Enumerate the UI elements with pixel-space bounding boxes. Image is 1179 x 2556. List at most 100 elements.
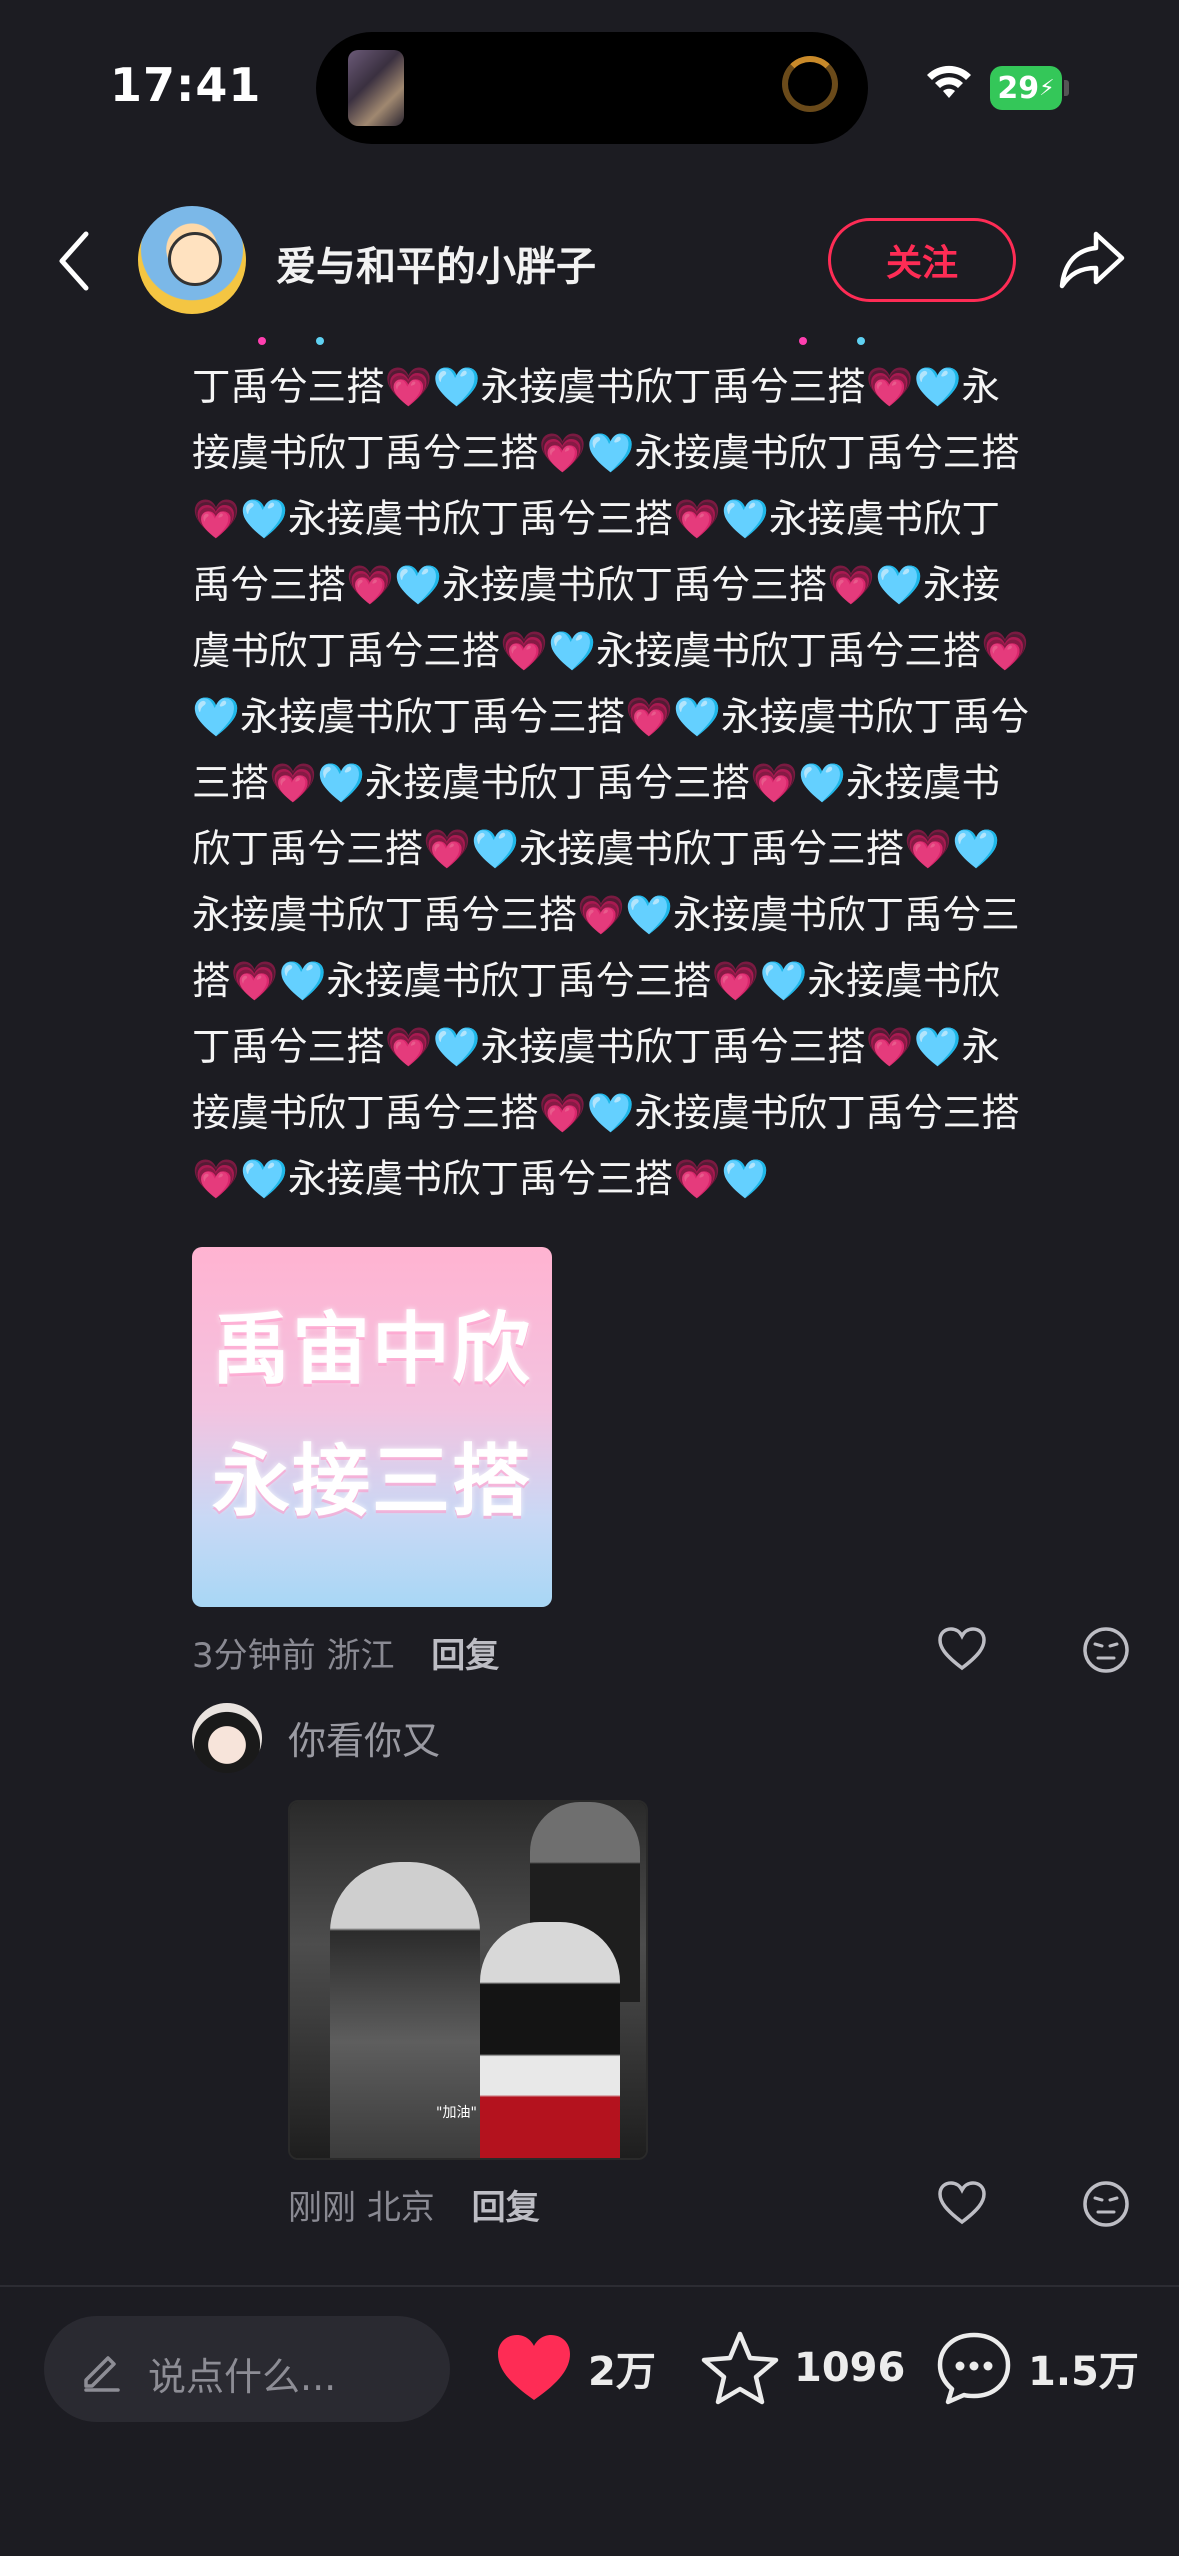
status-bar: 17:41 29 ⚡ xyxy=(0,0,1179,175)
blue-heart-icon: 🩵 xyxy=(875,563,923,608)
pink-heart-icon: 💗 xyxy=(538,1091,587,1136)
battery-nub xyxy=(1064,80,1069,96)
like-count: 2万 xyxy=(588,2349,656,2395)
pink-heart-icon: 💗 xyxy=(904,827,953,872)
reply-button[interactable]: 回复 xyxy=(431,1636,499,1676)
activity-ring-icon xyxy=(782,56,838,112)
wifi-icon xyxy=(927,65,971,98)
heart-icon[interactable] xyxy=(936,2178,988,2230)
favorite-count: 1096 xyxy=(794,2345,906,2391)
blue-heart-icon: 🩵 xyxy=(586,431,635,476)
pink-heart-icon: 💗 xyxy=(981,629,1030,674)
blue-heart-icon: 🩵 xyxy=(432,1025,481,1070)
comment-line: 接虞书欣丁禹兮三搭💗🩵永接虞书欣丁禹兮三搭 xyxy=(192,431,1020,476)
favorite-button[interactable]: 1096 xyxy=(700,2318,905,2418)
blue-heart-icon: 🩵 xyxy=(316,761,365,806)
comment-count: 1.5万 xyxy=(1028,2349,1139,2395)
blue-heart-icon: 🩵 xyxy=(913,1025,962,1070)
battery-level: 29 xyxy=(997,70,1040,106)
like-button[interactable]: 2万 xyxy=(494,2318,656,2418)
blue-heart-icon: 🩵 xyxy=(471,827,519,872)
blue-heart-icon: 🩵 xyxy=(625,893,674,938)
blue-heart-icon: 🩵 xyxy=(720,1157,769,1202)
comment-line: 💗🩵永接虞书欣丁禹兮三搭💗🩵 xyxy=(192,1157,769,1202)
comment-icon xyxy=(937,2332,1011,2405)
pink-heart-icon: 💗 xyxy=(384,365,433,410)
share-icon[interactable] xyxy=(1056,226,1128,292)
comment-input[interactable]: 说点什么... xyxy=(44,2316,450,2422)
pink-heart-icon: 💗 xyxy=(384,1025,433,1070)
pen-icon xyxy=(84,2356,120,2392)
reply-image-figure xyxy=(480,1922,620,2158)
sticker-text-line-2: 永接三搭 xyxy=(211,1437,532,1527)
reply-reply-button[interactable]: 回复 xyxy=(472,2188,540,2228)
blue-heart-icon: 🩵 xyxy=(239,497,288,542)
pink-heart-icon: 💗 xyxy=(423,827,472,872)
reply-avatar[interactable] xyxy=(192,1703,262,1773)
reply-location: 北京 xyxy=(366,2188,435,2228)
dynamic-island[interactable] xyxy=(316,32,868,144)
blue-heart-icon: 🩵 xyxy=(278,959,327,1004)
blue-heart-icon: 🩵 xyxy=(798,761,846,806)
comment-line: 接虞书欣丁禹兮三搭💗🩵永接虞书欣丁禹兮三搭 xyxy=(192,1091,1020,1136)
pink-heart-icon: 💗 xyxy=(750,761,798,806)
blue-heart-icon: 🩵 xyxy=(192,695,240,740)
pink-heart-icon: 💗 xyxy=(827,563,876,608)
comment-line: 欣丁禹兮三搭💗🩵永接虞书欣丁禹兮三搭💗🩵 xyxy=(192,827,1000,872)
pink-heart-icon: 💗 xyxy=(346,563,394,608)
header: 爱与和平的小胖子 关注 xyxy=(0,190,1179,330)
pink-heart-icon: 💗 xyxy=(269,761,317,806)
blue-heart-icon: 🩵 xyxy=(394,563,442,608)
comment-location: 浙江 xyxy=(326,1636,395,1676)
reply-username[interactable]: 你看你又 xyxy=(288,1710,440,1765)
emoji-icon[interactable] xyxy=(1080,1624,1132,1676)
blue-heart-icon: 🩵 xyxy=(548,629,596,674)
reply-meta: 刚刚 北京 回复 xyxy=(288,2180,540,2229)
follow-button[interactable]: 关注 xyxy=(828,218,1016,302)
pink-heart-icon: 💗 xyxy=(673,1157,721,1202)
comment-line: 丁禹兮三搭💗🩵永接虞书欣丁禹兮三搭💗🩵永 xyxy=(192,1025,1000,1070)
author-name[interactable]: 爱与和平的小胖子 xyxy=(276,234,596,292)
clipped-previous-line xyxy=(192,330,1122,350)
emoji-icon[interactable] xyxy=(1080,2178,1132,2230)
now-playing-thumbnail xyxy=(348,50,404,126)
comment-line: 禹兮三搭💗🩵永接虞书欣丁禹兮三搭💗🩵永接 xyxy=(192,563,1000,608)
avatar-face xyxy=(168,232,222,286)
pink-heart-icon: 💗 xyxy=(711,959,760,1004)
heart-icon[interactable] xyxy=(936,1624,988,1676)
author-avatar[interactable] xyxy=(138,206,246,314)
comment-line: 丁禹兮三搭💗🩵永接虞书欣丁禹兮三搭💗🩵永 xyxy=(192,365,1000,410)
heart-icon xyxy=(498,2335,570,2400)
pink-heart-icon: 💗 xyxy=(865,1025,914,1070)
pink-heart-icon: 💗 xyxy=(865,365,914,410)
comment-line: 永接虞书欣丁禹兮三搭💗🩵永接虞书欣丁禹兮三 xyxy=(192,893,1020,938)
blue-heart-icon: 🩵 xyxy=(586,1091,635,1136)
comment-line: 💗🩵永接虞书欣丁禹兮三搭💗🩵永接虞书欣丁 xyxy=(192,497,1000,542)
pink-heart-icon: 💗 xyxy=(230,959,279,1004)
comment-line: 🩵永接虞书欣丁禹兮三搭💗🩵永接虞书欣丁禹兮 xyxy=(192,695,1030,740)
comment-line: 三搭💗🩵永接虞书欣丁禹兮三搭💗🩵永接虞书 xyxy=(192,761,1000,806)
blue-heart-icon: 🩵 xyxy=(239,1157,288,1202)
back-icon[interactable] xyxy=(50,226,100,296)
comment-line: 搭💗🩵永接虞书欣丁禹兮三搭💗🩵永接虞书欣 xyxy=(192,959,1000,1004)
battery-indicator: 29 ⚡ xyxy=(990,66,1062,110)
blue-heart-icon: 🩵 xyxy=(673,695,721,740)
pink-heart-icon: 💗 xyxy=(192,1157,240,1202)
blue-heart-icon: 🩵 xyxy=(952,827,1000,872)
sticker-text-line-1: 禹宙中欣 xyxy=(211,1305,532,1395)
comment-meta: 3分钟前 浙江 回复 xyxy=(192,1628,499,1677)
reply-image[interactable]: "加油" xyxy=(288,1800,648,2160)
comment-input-placeholder: 说点什么... xyxy=(148,2355,337,2399)
blue-heart-icon: 🩵 xyxy=(720,497,769,542)
comment-sticker-image[interactable]: 禹宙中欣 永接三搭 xyxy=(192,1247,552,1607)
comment-text: 丁禹兮三搭💗🩵永接虞书欣丁禹兮三搭💗🩵永 接虞书欣丁禹兮三搭💗🩵永接虞书欣丁禹兮… xyxy=(192,355,1122,1213)
blue-heart-icon: 🩵 xyxy=(432,365,481,410)
pink-heart-icon: 💗 xyxy=(500,629,549,674)
star-icon xyxy=(701,2331,779,2405)
pink-heart-icon: 💗 xyxy=(577,893,626,938)
pink-heart-icon: 💗 xyxy=(625,695,674,740)
pink-heart-icon: 💗 xyxy=(673,497,721,542)
comment-time: 3分钟前 xyxy=(192,1636,316,1676)
pink-heart-icon: 💗 xyxy=(192,497,240,542)
comment-button[interactable]: 1.5万 xyxy=(934,2318,1139,2418)
